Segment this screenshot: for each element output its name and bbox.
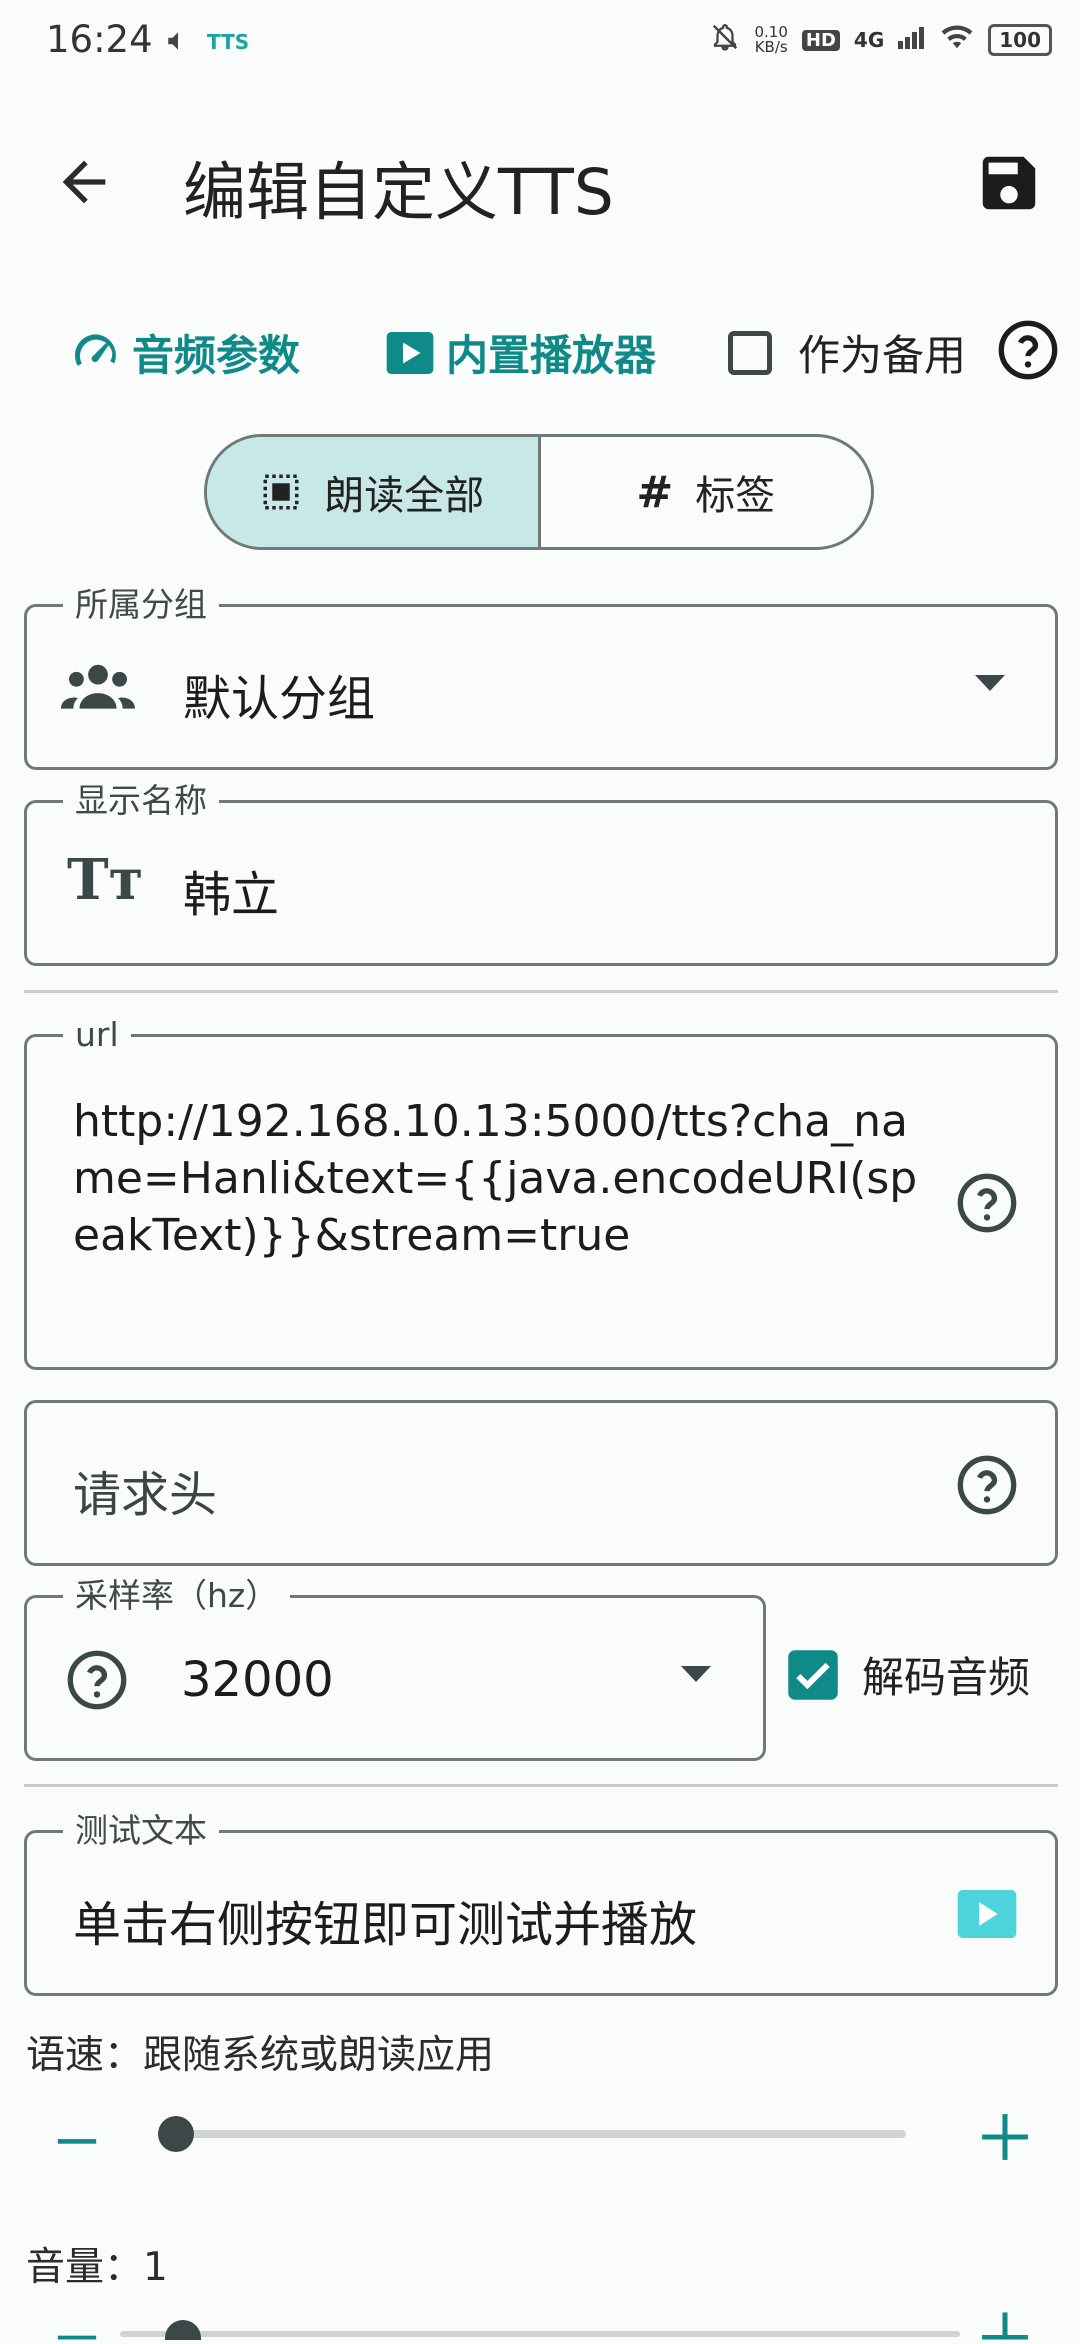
speech-rate-decrease-button[interactable]: [54, 2118, 100, 2168]
dropdown-arrow-icon: [975, 675, 1005, 691]
text-size-icon: Tт: [67, 847, 144, 913]
save-icon: [982, 156, 1036, 210]
segment-tags[interactable]: # 标签: [541, 437, 872, 547]
divider: [24, 990, 1058, 993]
display-name-label: 显示名称: [63, 781, 219, 821]
help-button[interactable]: [996, 318, 1060, 386]
volume-label: 音量：1: [26, 2245, 168, 2290]
group-icon: [61, 664, 135, 709]
sample-rate-dropdown[interactable]: 采样率（hz） 32000: [24, 1576, 766, 1761]
group-label: 所属分组: [63, 585, 219, 625]
checkbox-checked-icon: [788, 1649, 838, 1700]
as-backup-checkbox[interactable]: 作为备用: [728, 322, 966, 383]
help-circle-icon[interactable]: [955, 1171, 1019, 1235]
hash-icon: #: [636, 466, 674, 518]
help-circle-icon[interactable]: [65, 1648, 129, 1712]
play-box-icon: [386, 331, 434, 374]
sound-icon: [165, 28, 191, 58]
audio-params-button[interactable]: 音频参数: [68, 322, 300, 383]
volume-increase-button[interactable]: [980, 2312, 1030, 2344]
help-circle-icon[interactable]: [955, 1453, 1019, 1517]
plus-icon: [982, 2312, 1028, 2340]
tts-app-icon: TTS: [207, 30, 250, 54]
sample-rate-value: 32000: [181, 1652, 334, 1708]
test-text-value: 单击右侧按钮即可测试并播放: [73, 1897, 698, 1953]
decode-audio-checkbox[interactable]: 解码音频: [786, 1644, 1030, 1705]
save-button[interactable]: [974, 148, 1044, 222]
network-type: 4G: [853, 28, 885, 52]
test-text-label: 测试文本: [63, 1811, 219, 1851]
decode-audio-label: 解码音频: [862, 1653, 1031, 1702]
speech-rate-thumb[interactable]: [158, 2116, 194, 2152]
play-button[interactable]: [955, 1887, 1019, 1941]
arrow-left-icon: [62, 160, 106, 204]
segment-tags-label: 标签: [695, 473, 776, 519]
group-value: 默认分组: [183, 671, 376, 727]
url-label: url: [63, 1015, 131, 1055]
speech-rate-label: 语速：跟随系统或朗读应用: [26, 2033, 495, 2078]
minus-icon: [57, 2139, 97, 2144]
builtin-player-button[interactable]: 内置播放器: [382, 322, 656, 383]
speech-rate-increase-button[interactable]: [980, 2112, 1030, 2166]
sample-rate-label: 采样率（hz）: [63, 1576, 291, 1616]
select-all-icon: [263, 474, 299, 510]
speech-rate-track: [160, 2130, 906, 2138]
net-speed: 0.10 KB/s: [754, 23, 788, 56]
help-circle-icon: [998, 320, 1058, 380]
status-icons: 0.10 KB/s HD 4G 100: [710, 22, 1052, 58]
test-text-field[interactable]: 测试文本 单击右侧按钮即可测试并播放: [24, 1811, 1058, 1996]
back-button[interactable]: [52, 150, 116, 218]
speedometer-icon: [74, 333, 116, 366]
request-headers-field[interactable]: 请求头: [24, 1400, 1058, 1566]
dropdown-arrow-icon: [681, 1666, 711, 1682]
url-field[interactable]: url http://192.168.10.13:5000/tts?cha_na…: [24, 1015, 1058, 1370]
display-name-field[interactable]: 显示名称 Tт 韩立: [24, 781, 1058, 966]
minus-icon: [57, 2335, 97, 2340]
battery-indicator: 100: [988, 24, 1052, 56]
group-dropdown[interactable]: 所属分组 默认分组: [24, 585, 1058, 770]
segmented-control: 朗读全部 # 标签: [204, 434, 874, 550]
segment-read-all-label: 朗读全部: [324, 473, 485, 519]
dnd-icon: [710, 22, 740, 58]
wifi-icon: [940, 23, 974, 57]
plus-icon: [982, 2114, 1028, 2160]
as-backup-label: 作为备用: [798, 331, 967, 380]
hd-badge: HD: [801, 29, 840, 51]
audio-params-label: 音频参数: [132, 331, 301, 380]
page-title: 编辑自定义TTS: [183, 156, 614, 229]
builtin-player-label: 内置播放器: [446, 331, 657, 380]
segment-read-all[interactable]: 朗读全部: [207, 437, 541, 547]
volume-track: [120, 2331, 960, 2337]
checkbox-unchecked-icon: [728, 330, 772, 375]
request-headers-placeholder: 请求头: [73, 1467, 218, 1523]
divider: [24, 1784, 1058, 1787]
display-name-value: 韩立: [183, 867, 280, 923]
signal-icon: [898, 25, 926, 55]
volume-thumb[interactable]: [165, 2320, 201, 2340]
url-value: http://192.168.10.13:5000/tts?cha_name=H…: [73, 1096, 918, 1261]
status-time: 16:24: [46, 18, 153, 61]
